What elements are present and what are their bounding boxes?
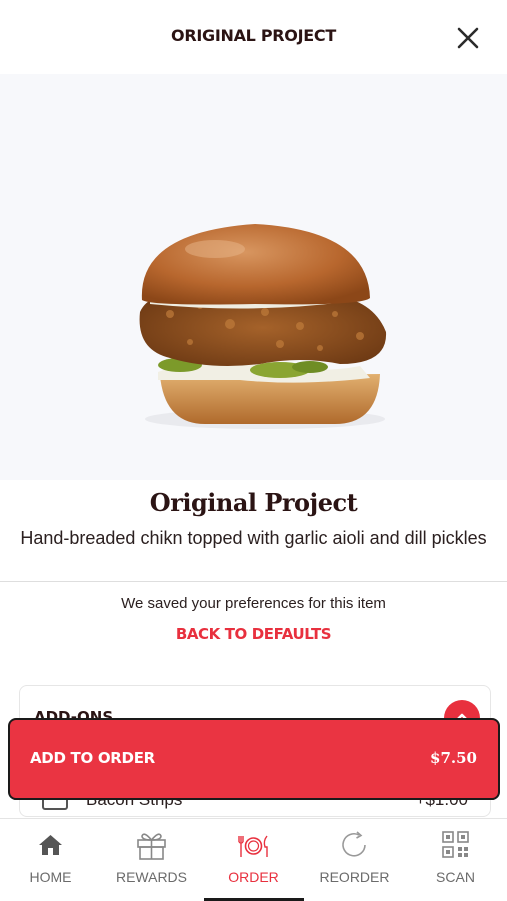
tab-label-order: ORDER	[228, 869, 279, 885]
divider	[0, 581, 507, 582]
tab-scan[interactable]: SCAN	[405, 819, 506, 901]
order-total-price: $7.50	[430, 749, 477, 767]
tab-label-scan: SCAN	[436, 869, 475, 885]
back-to-defaults-link[interactable]: BACK TO DEFAULTS	[0, 625, 507, 643]
tab-rewards[interactable]: REWARDS	[101, 819, 202, 901]
tab-reorder[interactable]: REORDER	[304, 819, 405, 901]
close-icon	[457, 27, 479, 49]
bottom-tab-bar: HOME REWARDS ORDER REORDER SCAN	[0, 818, 507, 901]
add-to-order-button[interactable]: ADD TO ORDER $7.50	[10, 720, 498, 798]
qr-code-icon	[442, 831, 469, 858]
tab-home[interactable]: HOME	[0, 819, 101, 901]
close-button[interactable]	[455, 25, 481, 51]
saved-preferences-note: We saved your preferences for this item	[121, 595, 386, 612]
tab-label-rewards: REWARDS	[115, 869, 188, 885]
add-to-order-label: ADD TO ORDER	[30, 749, 155, 767]
tab-label-reorder: REORDER	[319, 869, 390, 885]
item-image	[0, 74, 507, 480]
home-icon	[39, 835, 62, 855]
tab-order[interactable]: ORDER	[203, 819, 304, 901]
plate-fork-knife-icon	[238, 835, 268, 857]
refresh-icon	[342, 831, 366, 857]
top-header: ORIGINAL PROJECT	[0, 0, 507, 74]
gift-icon	[137, 833, 166, 860]
item-name: Original Project	[149, 488, 358, 517]
page-title: ORIGINAL PROJECT	[171, 26, 336, 45]
item-description: Hand-breaded chikn topped with garlic ai…	[20, 528, 487, 548]
tab-label-home: HOME	[29, 869, 72, 885]
chicken-sandwich-image	[139, 224, 387, 429]
